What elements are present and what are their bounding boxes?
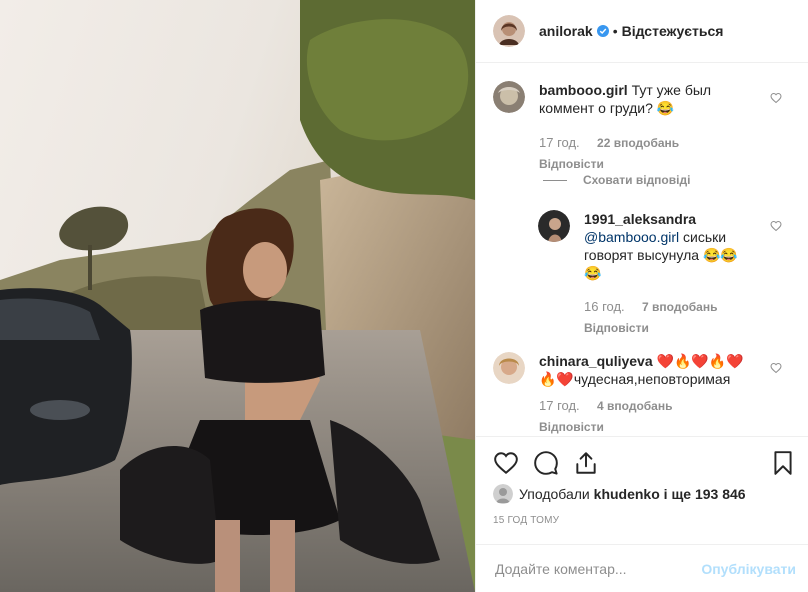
commenter-avatar[interactable]	[493, 81, 525, 113]
reply-button[interactable]: Відповісти	[539, 418, 749, 436]
post-timestamp[interactable]: 15 ГОД ТОМУ	[493, 515, 559, 526]
comment-meta: 16 год. 7 вподобань	[584, 298, 754, 316]
hide-replies-label: Сховати відповіді	[583, 173, 691, 187]
author-avatar[interactable]	[493, 15, 525, 47]
comment-emoji: ❤️🔥❤️🔥❤️	[656, 353, 744, 369]
comment-time[interactable]: 16 год.	[584, 299, 625, 314]
author-username[interactable]: anilorak	[539, 23, 593, 39]
follow-status-button[interactable]: Відстежується	[622, 23, 724, 39]
hide-replies-button[interactable]: Сховати відповіді	[543, 173, 690, 187]
heart-icon[interactable]	[493, 450, 519, 476]
commenter-avatar[interactable]	[538, 210, 570, 242]
likes-count[interactable]: і ще 193 846	[664, 486, 746, 502]
header-separator: •	[612, 23, 618, 39]
comment-icon[interactable]	[533, 450, 559, 476]
comment-mention[interactable]: @bambooo.girl	[584, 229, 679, 245]
comment-username[interactable]: bambooo.girl	[539, 82, 628, 98]
comment-emoji: 😂	[656, 100, 675, 116]
reply-item: 1991_aleksandra @bambooo.girl сиськи гов…	[538, 210, 754, 337]
comment-like-heart-icon[interactable]	[770, 362, 782, 374]
comment-likes[interactable]: 4 вподобань	[597, 399, 672, 413]
comment-body: chinara_quliyeva ❤️🔥❤️🔥❤️ 🔥❤️чудесная,не…	[539, 352, 749, 436]
post-header: anilorak • Відстежується	[476, 0, 808, 63]
verified-icon	[596, 25, 609, 37]
post-photo[interactable]	[0, 0, 475, 592]
comment-item: chinara_quliyeva ❤️🔥❤️🔥❤️ 🔥❤️чудесная,не…	[493, 352, 749, 436]
comment-emoji: 😂	[584, 265, 602, 281]
liker-avatar[interactable]	[493, 484, 513, 504]
comment-meta: 17 год. 22 вподобань	[539, 134, 749, 152]
comment-body: bambooo.girl Тут уже был коммент о груди…	[539, 81, 749, 173]
commenter-avatar[interactable]	[493, 352, 525, 384]
comment-likes[interactable]: 7 вподобань	[642, 300, 717, 314]
comments-list[interactable]: bambooo.girl Тут уже был коммент о груди…	[476, 63, 808, 437]
comment-likes[interactable]: 22 вподобань	[597, 136, 679, 150]
comment-time[interactable]: 17 год.	[539, 398, 580, 413]
comment-body: 1991_aleksandra @bambooo.girl сиськи гов…	[584, 210, 754, 337]
hide-replies-line	[543, 179, 567, 181]
comment-input[interactable]	[493, 559, 702, 578]
comment-text-line: 1991_aleksandra @bambooo.girl сиськи гов…	[584, 210, 754, 282]
reply-button[interactable]: Відповісти	[584, 319, 754, 337]
comment-item: bambooo.girl Тут уже был коммент о груди…	[493, 81, 749, 173]
comment-meta: 17 год. 4 вподобань	[539, 397, 749, 415]
likes-prefix: Уподобали	[519, 486, 590, 502]
post-panel: anilorak • Відстежується bambooo.girl Ту…	[475, 0, 808, 592]
comment-like-heart-icon[interactable]	[770, 220, 782, 232]
comment-text: чудесная,неповторимая	[573, 371, 731, 387]
comment-username[interactable]: chinara_quliyeva	[539, 353, 653, 369]
bookmark-icon[interactable]	[770, 450, 796, 476]
post-photo-image	[0, 0, 475, 592]
comment-text-line: chinara_quliyeva ❤️🔥❤️🔥❤️ 🔥❤️чудесная,не…	[539, 352, 749, 388]
comment-time[interactable]: 17 год.	[539, 135, 580, 150]
comment-emoji: 🔥❤️	[539, 371, 574, 387]
comment-like-heart-icon[interactable]	[770, 92, 782, 104]
add-comment-bar: Опублікувати	[476, 544, 808, 592]
likes-summary: Уподобали khudenko і ще 193 846	[493, 484, 746, 504]
comment-text-line: bambooo.girl Тут уже был коммент о груди…	[539, 81, 749, 117]
share-icon[interactable]	[573, 450, 599, 476]
reply-button[interactable]: Відповісти	[539, 155, 749, 173]
post-actions-bar	[493, 446, 796, 486]
publish-button[interactable]: Опублікувати	[701, 561, 796, 577]
comment-username[interactable]: 1991_aleksandra	[584, 211, 696, 227]
comment-emoji: 😂😂	[702, 247, 738, 263]
liker-username[interactable]: khudenko	[594, 486, 660, 502]
